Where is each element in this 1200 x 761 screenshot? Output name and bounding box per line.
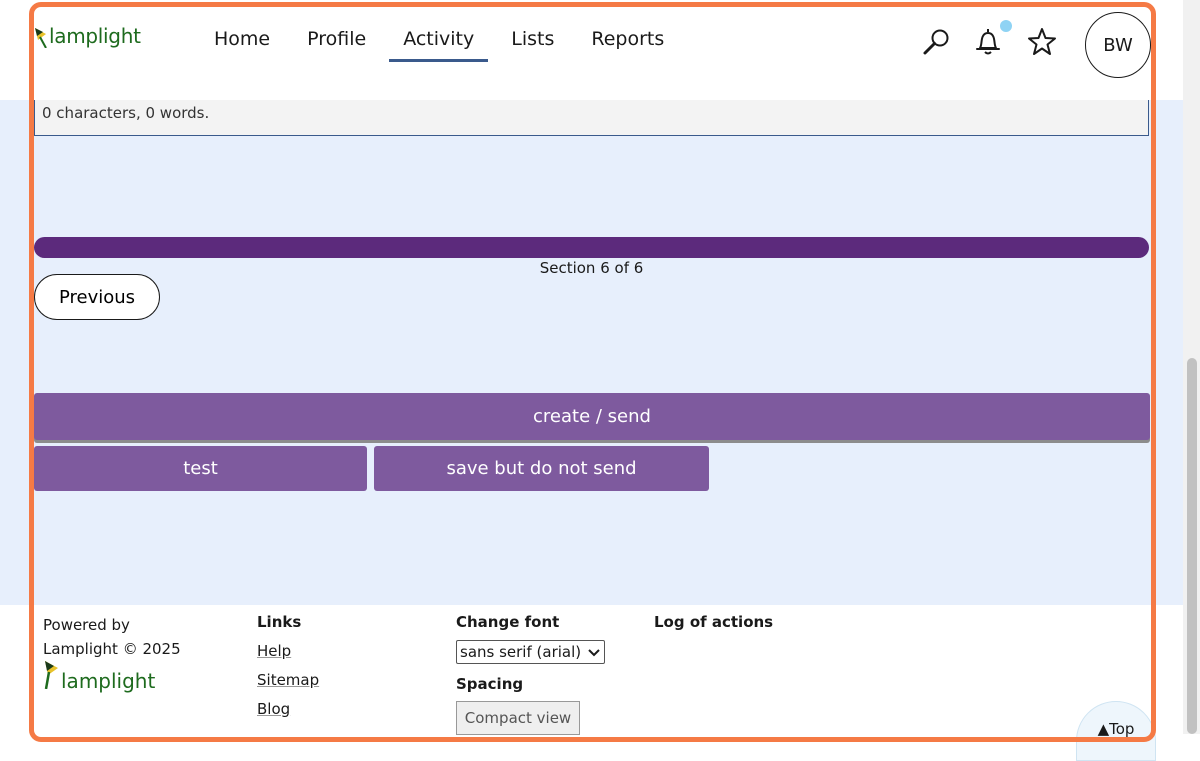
font-select[interactable]: sans serif (arial) <box>456 640 605 664</box>
font-select-value: sans serif (arial) <box>460 643 582 661</box>
top-header: lamplight Home Profile Activity Lists Re… <box>0 0 1183 100</box>
powered-by: Powered by Lamplight © 2025 <box>43 613 181 661</box>
sitemap-link[interactable]: Sitemap <box>257 671 319 689</box>
page-footer: Powered by Lamplight © 2025 lamplight Li… <box>0 605 1183 761</box>
blog-link[interactable]: Blog <box>257 700 319 718</box>
save-no-send-button[interactable]: save but do not send <box>374 446 709 491</box>
logo-text: lamplight <box>49 24 141 48</box>
scrollbar-thumb[interactable] <box>1187 358 1197 734</box>
copyright-text: Lamplight © 2025 <box>43 640 181 658</box>
nav-reports[interactable]: Reports <box>577 28 678 62</box>
search-icon[interactable] <box>921 26 953 58</box>
back-to-top-button[interactable]: ▲Top <box>1076 701 1156 761</box>
user-avatar[interactable]: BW <box>1085 12 1151 78</box>
footer-links: Links Help Sitemap Blog <box>257 613 319 718</box>
notification-dot <box>1000 20 1012 32</box>
footer-logo-text: lamplight <box>61 669 156 693</box>
powered-by-text: Powered by <box>43 616 130 634</box>
log-heading[interactable]: Log of actions <box>654 613 773 631</box>
footer-logo[interactable]: lamplight <box>43 661 155 693</box>
nav-lists[interactable]: Lists <box>497 28 568 62</box>
progress-bar <box>34 237 1149 258</box>
nav-profile[interactable]: Profile <box>293 28 380 62</box>
spacing-heading: Spacing <box>456 675 524 693</box>
main-nav: Home Profile Activity Lists Reports <box>200 28 687 62</box>
nav-home[interactable]: Home <box>200 28 284 62</box>
section-indicator: Section 6 of 6 <box>539 259 644 277</box>
lamp-icon <box>34 28 49 49</box>
lamplight-logo[interactable]: lamplight <box>34 24 141 49</box>
compact-view-button[interactable]: Compact view <box>456 701 580 735</box>
lamp-icon <box>43 661 61 693</box>
help-link[interactable]: Help <box>257 642 319 660</box>
star-icon[interactable] <box>1026 26 1058 58</box>
links-heading: Links <box>257 613 302 631</box>
char-count: 0 characters, 0 words. <box>42 104 210 122</box>
log-of-actions: Log of actions <box>654 613 773 631</box>
nav-activity[interactable]: Activity <box>389 28 489 62</box>
test-button[interactable]: test <box>34 446 367 491</box>
create-send-button[interactable]: create / send <box>34 393 1150 440</box>
message-textarea[interactable]: 0 characters, 0 words. <box>34 100 1149 136</box>
font-settings: Change font sans serif (arial) Spacing C… <box>456 613 605 735</box>
previous-button[interactable]: Previous <box>34 274 160 320</box>
bell-icon[interactable] <box>972 26 1004 58</box>
main-content: 0 characters, 0 words. Section 6 of 6 Pr… <box>0 100 1183 605</box>
change-font-heading: Change font <box>456 613 560 631</box>
page-scrollbar[interactable] <box>1183 0 1200 734</box>
chevron-down-icon <box>588 643 600 661</box>
